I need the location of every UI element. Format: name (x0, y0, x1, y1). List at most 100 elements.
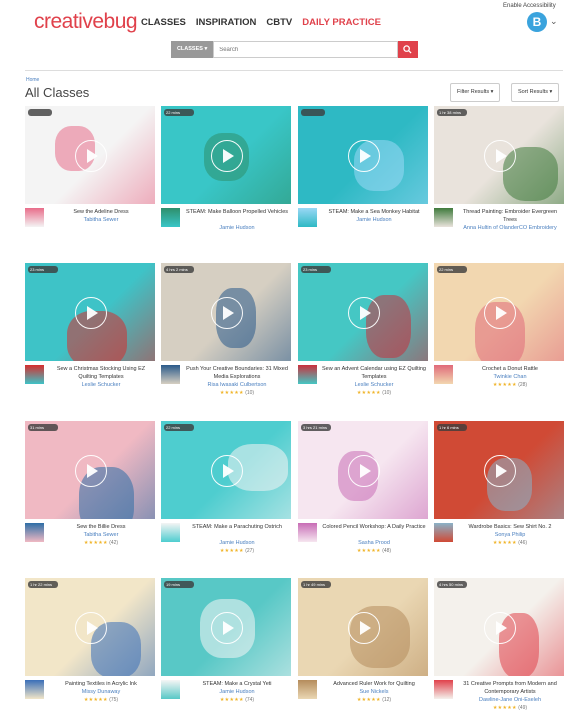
play-icon[interactable] (75, 140, 107, 172)
class-thumbnail[interactable]: 4 hrs 50 mins (434, 578, 564, 676)
class-thumbnail[interactable]: 3 hrs 21 mins (298, 421, 428, 519)
instructor-avatar[interactable] (161, 523, 180, 542)
instructor-name[interactable]: Sue Nickels (320, 689, 428, 695)
nav-inspiration[interactable]: INSPIRATION (196, 17, 257, 28)
accessibility-link[interactable]: Enable Accessibility (503, 3, 556, 9)
instructor-avatar[interactable] (25, 680, 44, 699)
play-icon[interactable] (348, 297, 380, 329)
class-card[interactable]: 1 hr 22 mins Painting Textiles in Acrylic… (25, 578, 155, 726)
class-thumbnail[interactable]: 22 mins (434, 263, 564, 361)
instructor-name[interactable]: Twinkie Chan (456, 374, 564, 380)
instructor-name[interactable]: Jamie Hudson (183, 225, 291, 231)
instructor-avatar[interactable] (25, 365, 44, 384)
instructor-name[interactable]: Anna Hultin of OlanderCO Embroidery (456, 225, 564, 231)
filter-results-button[interactable]: Filter Results ▾ (450, 83, 501, 102)
play-icon[interactable] (75, 297, 107, 329)
class-card[interactable]: 19 mins STEAM: Make a Crystal Yeti Jamie H… (161, 578, 291, 726)
search-category-select[interactable]: CLASSES ▾ (171, 41, 214, 58)
class-card[interactable]: 22 mins STEAM: Make a Parachuting Ostrich… (161, 421, 291, 569)
play-icon[interactable] (484, 612, 516, 644)
instructor-name[interactable]: Jamie Hudson (320, 217, 428, 223)
instructor-name[interactable]: Jamie Hudson (183, 540, 291, 546)
instructor-name[interactable]: Risa Iwasaki Culbertson (183, 382, 291, 388)
play-icon[interactable] (211, 140, 243, 172)
class-card[interactable]: 1 hr 49 mins Advanced Ruler Work for Quil… (298, 578, 428, 726)
instructor-avatar[interactable] (298, 523, 317, 542)
class-title[interactable]: STEAM: Make a Crystal Yeti (183, 680, 291, 688)
class-title[interactable]: Push Your Creative Boundaries: 31 Mixed … (183, 365, 291, 381)
nav-classes[interactable]: CLASSES (141, 17, 186, 28)
class-thumbnail[interactable]: 22 mins (161, 106, 291, 204)
nav-daily-practice[interactable]: DAILY PRACTICE (302, 17, 381, 28)
class-card[interactable]: 4 hrs 2 mins Push Your Creative Boundarie… (161, 263, 291, 411)
class-thumbnail[interactable]: 23 mins (298, 263, 428, 361)
instructor-name[interactable]: Sonya Philip (456, 532, 564, 538)
class-thumbnail[interactable]: 1 hr 38 mins (434, 106, 564, 204)
play-icon[interactable] (211, 297, 243, 329)
play-icon[interactable] (484, 455, 516, 487)
class-card[interactable]: STEAM: Make a Sea Monkey Habitat Jamie Hu… (298, 106, 428, 254)
class-card[interactable]: 1 hr 38 mins Thread Painting: Embroider E… (434, 106, 564, 254)
instructor-avatar[interactable] (161, 680, 180, 699)
play-icon[interactable] (348, 612, 380, 644)
play-icon[interactable] (211, 455, 243, 487)
instructor-avatar[interactable] (434, 523, 453, 542)
class-thumbnail[interactable] (25, 106, 155, 204)
class-title[interactable]: Sew an Advent Calendar using EZ Quilting… (320, 365, 428, 381)
class-thumbnail[interactable]: 22 mins (161, 421, 291, 519)
instructor-avatar[interactable] (298, 208, 317, 227)
class-thumbnail[interactable]: 1 hr 49 mins (298, 578, 428, 676)
instructor-avatar[interactable] (434, 208, 453, 227)
play-icon[interactable] (484, 140, 516, 172)
search-button[interactable] (397, 41, 418, 58)
instructor-name[interactable]: Sasha Prood (320, 540, 428, 546)
class-title[interactable]: 31 Creative Prompts from Modern and Cont… (456, 680, 564, 696)
class-title[interactable]: Painting Textiles in Acrylic Ink (47, 680, 155, 688)
class-thumbnail[interactable]: 23 mins (25, 263, 155, 361)
class-title[interactable]: STEAM: Make a Parachuting Ostrich (183, 523, 291, 531)
class-card[interactable]: 23 mins Sew an Advent Calendar using EZ Q… (298, 263, 428, 411)
instructor-avatar[interactable] (298, 365, 317, 384)
instructor-name[interactable]: Tabitha Sewer (47, 217, 155, 223)
class-title[interactable]: Crochet a Donut Rattle (456, 365, 564, 373)
class-title[interactable]: STEAM: Make a Sea Monkey Habitat (320, 208, 428, 216)
instructor-name[interactable]: Leslie Schucker (47, 382, 155, 388)
play-icon[interactable] (348, 455, 380, 487)
class-card[interactable]: 22 mins Crochet a Donut Rattle Twinkie Cha… (434, 263, 564, 411)
class-title[interactable]: Sew the Adeline Dress (47, 208, 155, 216)
instructor-avatar[interactable] (161, 365, 180, 384)
class-title[interactable]: STEAM: Make Balloon Propelled Vehicles (183, 208, 291, 216)
instructor-avatar[interactable] (25, 523, 44, 542)
breadcrumb[interactable]: Home (26, 77, 39, 83)
class-thumbnail[interactable]: 1 hr 22 mins (25, 578, 155, 676)
class-title[interactable]: Thread Painting: Embroider Evergreen Tre… (456, 208, 564, 224)
class-card[interactable]: 22 mins STEAM: Make Balloon Propelled Veh… (161, 106, 291, 254)
class-thumbnail[interactable]: 1 hr 6 mins (434, 421, 564, 519)
instructor-name[interactable]: Missy Dunaway (47, 689, 155, 695)
class-card[interactable]: 1 hr 6 mins Wardrobe Basics: Sew Shirt No… (434, 421, 564, 569)
instructor-avatar[interactable] (25, 208, 44, 227)
class-title[interactable]: Colored Pencil Workshop: A Daily Practic… (320, 523, 428, 531)
class-title[interactable]: Wardrobe Basics: Sew Shirt No. 2 (456, 523, 564, 531)
instructor-avatar[interactable] (298, 680, 317, 699)
play-icon[interactable] (211, 612, 243, 644)
play-icon[interactable] (348, 140, 380, 172)
class-title[interactable]: Advanced Ruler Work for Quilting (320, 680, 428, 688)
instructor-name[interactable]: Tabitha Sewer (47, 532, 155, 538)
avatar[interactable]: B (527, 12, 547, 32)
class-card[interactable]: 31 mins Sew the Billie Dress Tabitha Sewer… (25, 421, 155, 569)
play-icon[interactable] (484, 297, 516, 329)
class-thumbnail[interactable]: 19 mins (161, 578, 291, 676)
instructor-avatar[interactable] (434, 365, 453, 384)
class-card[interactable]: Sew the Adeline Dress Tabitha Sewer (25, 106, 155, 254)
class-thumbnail[interactable]: 31 mins (25, 421, 155, 519)
play-icon[interactable] (75, 455, 107, 487)
class-thumbnail[interactable]: 4 hrs 2 mins (161, 263, 291, 361)
class-card[interactable]: 3 hrs 21 mins Colored Pencil Workshop: A … (298, 421, 428, 569)
chevron-down-icon[interactable]: ⌄ (550, 16, 558, 27)
class-title[interactable]: Sew the Billie Dress (47, 523, 155, 531)
instructor-name[interactable]: Jamie Hudson (183, 689, 291, 695)
class-title[interactable]: Sew a Christmas Stocking Using EZ Quilti… (47, 365, 155, 381)
sort-results-button[interactable]: Sort Results ▾ (511, 83, 560, 102)
search-input[interactable] (213, 41, 398, 58)
